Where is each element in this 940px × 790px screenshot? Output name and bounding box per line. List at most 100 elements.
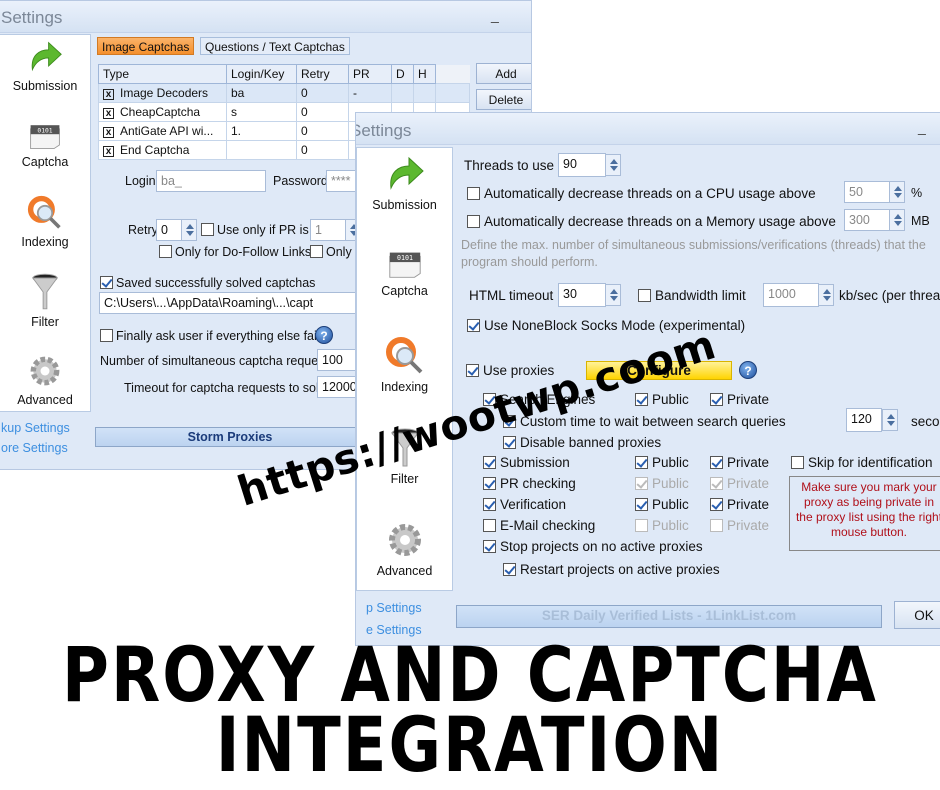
login-input[interactable]: ba_ [156,170,266,192]
only-fo-checkbox[interactable] [310,245,323,258]
sidebar-item-label: Submission [12,79,78,93]
sidebar-item-submission[interactable]: Submission [357,154,452,212]
backup-settings-link[interactable]: kup Settings [1,421,70,435]
html-timeout-input[interactable]: 30 [558,283,606,307]
sidebar-item-filter[interactable]: Filter [0,273,90,329]
type-cell: AntiGate API wi... [120,124,214,138]
custom-wait-spinner[interactable] [882,409,898,431]
sidebar-item-indexing[interactable]: Indexing [357,336,452,394]
submission-public-checkbox[interactable] [635,456,648,469]
retry-input[interactable]: 0 [156,219,182,241]
sidebar-item-submission[interactable]: Submission [0,39,90,93]
verification-public-checkbox[interactable] [635,498,648,511]
backup-settings-link[interactable]: p Settings [366,601,422,615]
email-private-checkbox[interactable] [710,519,723,532]
enabled-checkbox[interactable]: x [103,127,114,138]
use-only-pr-checkbox[interactable] [201,223,214,236]
noneblock-checkbox[interactable] [467,319,480,332]
sidebar-item-label: Advanced [17,393,73,407]
public-label: Public [652,392,689,407]
enabled-checkbox[interactable]: x [103,146,114,157]
headline-line-2: INTEGRATION [215,702,725,790]
memory-spinner[interactable] [889,209,905,231]
title-bar: Settings _ [356,113,940,145]
delete-button[interactable]: Delete [476,89,531,110]
password-label: Password [273,174,328,188]
column-header[interactable]: Type [98,64,227,84]
retry-cell: 0 [296,83,349,103]
submission-private-checkbox[interactable] [710,456,723,469]
bandwidth-checkbox[interactable] [638,289,651,302]
add-button[interactable]: Add [476,63,531,84]
threads-spinner[interactable] [605,154,621,176]
sidebar-item-indexing[interactable]: Indexing [0,195,90,249]
ok-button[interactable]: OK [894,601,940,629]
retry-spinner[interactable] [181,219,197,241]
tab-questions-text-captchas[interactable]: Questions / Text Captchas [200,37,350,55]
help-icon[interactable]: ? [739,361,757,379]
enabled-checkbox[interactable]: x [103,108,114,119]
bandwidth-spinner[interactable] [818,284,834,306]
memory-label: Automatically decrease threads on a Memo… [484,214,836,229]
search-engines-public-checkbox[interactable] [635,393,648,406]
retry-label: Retry [128,223,158,237]
private-label: Private [727,476,770,491]
help-icon[interactable]: ? [315,326,333,344]
gear-icon [27,353,63,389]
threads-input[interactable]: 90 [558,153,606,177]
saved-path-input[interactable]: C:\Users\...\AppData\Roaming\...\capt [99,292,361,314]
verification-checkbox[interactable] [483,498,496,511]
minimize-button[interactable]: _ [918,119,926,135]
html-timeout-spinner[interactable] [605,284,621,306]
tab-image-captchas[interactable]: Image Captchas [97,37,195,55]
pr-checking-label: PR checking [500,476,576,491]
pr-checking-public-checkbox[interactable] [635,477,648,490]
ser-verified-lists-button[interactable]: SER Daily Verified Lists - 1LinkList.com [456,605,882,628]
cpu-input[interactable]: 50 [844,181,890,203]
sidebar-item-advanced[interactable]: Advanced [0,353,90,407]
submission-checkbox[interactable] [483,456,496,469]
memory-input[interactable]: 300 [844,209,890,231]
table-row[interactable]: x Image Decoders ba 0- [98,83,470,103]
use-only-pr-label: Use only if PR is [217,223,309,237]
dofollow-checkbox[interactable] [159,245,172,258]
column-header[interactable]: D [391,64,414,84]
saved-captchas-checkbox[interactable] [100,276,113,289]
sidebar-item-label: Filter [31,315,59,329]
finally-ask-checkbox[interactable] [100,329,113,342]
column-header[interactable]: H [413,64,436,84]
search-engines-private-checkbox[interactable] [710,393,723,406]
memory-checkbox[interactable] [467,215,480,228]
retry-cell: 0 [296,121,349,141]
minimize-button[interactable]: _ [491,7,499,23]
html-timeout-label: HTML timeout [469,288,554,303]
use-proxies-checkbox[interactable] [466,364,479,377]
sidebar-item-label: Indexing [380,380,429,394]
disable-banned-checkbox[interactable] [503,436,516,449]
bandwidth-input[interactable]: 1000 [763,283,819,307]
private-label: Private [727,392,770,407]
cpu-checkbox[interactable] [467,187,480,200]
email-checking-checkbox[interactable] [483,519,496,532]
stop-projects-checkbox[interactable] [483,540,496,553]
table-header: Type Login/Key Retry PR D H [98,64,470,84]
pr-input[interactable]: 1 [310,219,346,241]
sidebar-item-advanced[interactable]: Advanced [357,520,452,578]
restore-settings-link[interactable]: ore Settings [1,441,68,455]
custom-wait-unit: seco [911,414,940,429]
custom-wait-input[interactable]: 120 [846,408,882,432]
enabled-checkbox[interactable]: x [103,89,114,100]
sidebar-item-captcha[interactable]: Captcha [357,248,452,298]
pr-checking-checkbox[interactable] [483,477,496,490]
restart-projects-checkbox[interactable] [503,563,516,576]
verification-private-checkbox[interactable] [710,498,723,511]
cpu-spinner[interactable] [889,181,905,203]
sidebar-item-captcha[interactable]: Captcha [0,121,90,169]
login-cell: ba [226,83,297,103]
pr-checking-private-checkbox[interactable] [710,477,723,490]
column-header[interactable]: Retry [296,64,349,84]
column-header[interactable]: Login/Key [226,64,297,84]
email-public-checkbox[interactable] [635,519,648,532]
column-header[interactable]: PR [348,64,392,84]
skip-identification-checkbox[interactable] [791,456,804,469]
